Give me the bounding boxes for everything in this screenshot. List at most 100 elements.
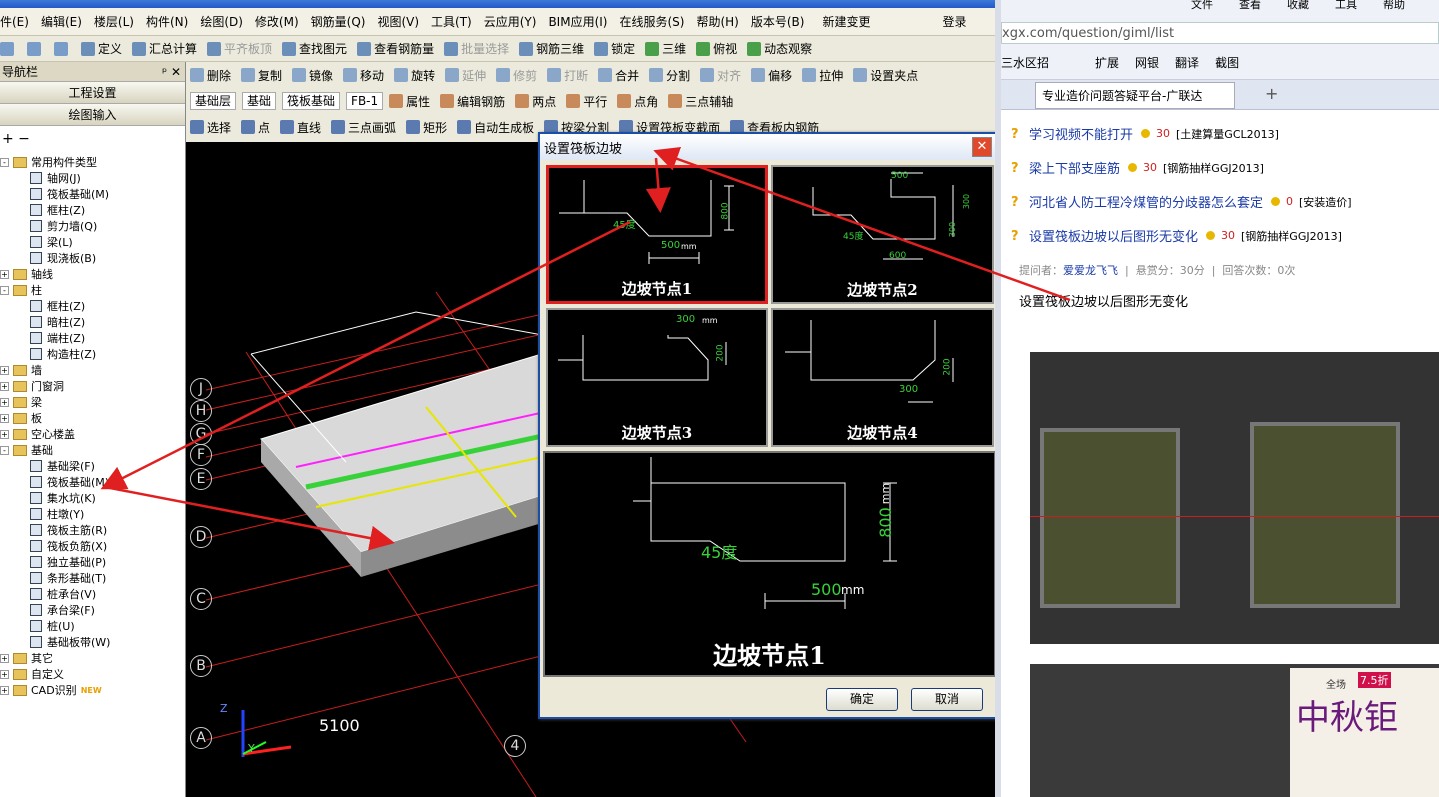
view-dyn-button[interactable]: 动态观察 <box>747 40 812 57</box>
tree-item[interactable]: 桩承台(V) <box>0 586 186 602</box>
tree-item[interactable]: 基础梁(F) <box>0 458 186 474</box>
tree-item[interactable]: 现浇板(B) <box>0 250 186 266</box>
draw-tool-button[interactable]: 自动生成板 <box>457 119 534 136</box>
question-category[interactable]: [钢筋抽样GGJ2013] <box>1163 160 1264 176</box>
tool-props[interactable]: 属性 <box>389 93 430 110</box>
browser-menu-item[interactable]: 帮助 <box>1383 0 1405 12</box>
toolbar-button[interactable]: 查找图元 <box>282 40 347 57</box>
tree-item[interactable]: 筏板基础(M) <box>0 186 186 202</box>
edit-tool-button[interactable]: 修剪 <box>496 67 537 84</box>
browser-menu-item[interactable]: 查看 <box>1239 0 1261 12</box>
tree-item[interactable]: 框柱(Z) <box>0 298 186 314</box>
select-name[interactable]: FB-1 <box>346 92 384 110</box>
draw-tool-button[interactable]: 矩形 <box>406 119 447 136</box>
draw-tool-button[interactable]: 点 <box>241 119 270 136</box>
draw-tool-button[interactable]: 选择 <box>190 119 231 136</box>
browser-menu-item[interactable]: 文件 <box>1191 0 1213 12</box>
menu-item[interactable]: 在线服务(S) <box>619 13 684 30</box>
question-category[interactable]: [土建算量GCL2013] <box>1176 126 1279 142</box>
menu-item[interactable]: 帮助(H) <box>696 13 738 30</box>
tool-three_aux[interactable]: 三点辅轴 <box>668 93 733 110</box>
login-link[interactable]: 登录 <box>942 13 966 30</box>
tree-folder[interactable]: + 梁 <box>0 394 186 410</box>
new-tab-icon[interactable]: + <box>1265 84 1278 103</box>
save-icon[interactable] <box>54 41 71 56</box>
draw-tool-button[interactable]: 直线 <box>280 119 321 136</box>
question-title[interactable]: 学习视频不能打开 <box>1029 124 1133 143</box>
tree-folder[interactable]: + 门窗洞 <box>0 378 186 394</box>
menu-item[interactable]: 绘图(D) <box>200 13 243 30</box>
tree-item[interactable]: 筏板基础(M) <box>0 474 186 490</box>
slope-node-3-option[interactable]: 300 mm 200 边坡节点3 <box>546 308 768 447</box>
tree-item[interactable]: 条形基础(T) <box>0 570 186 586</box>
slope-node-1-option[interactable]: 45度 500 mm 800 边坡节点1 <box>546 165 768 304</box>
draw-input-button[interactable]: 绘图输入 <box>0 104 185 126</box>
expand-icon[interactable]: + <box>0 669 9 679</box>
draw-tool-button[interactable]: 三点画弧 <box>331 119 396 136</box>
browser-menu-item[interactable]: 收藏 <box>1287 0 1309 12</box>
tab-active[interactable]: 专业造价问题答疑平台-广联达 <box>1035 82 1235 109</box>
question-category[interactable]: [钢筋抽样GGJ2013] <box>1241 228 1342 244</box>
browser-menu-item[interactable]: 工具 <box>1335 0 1357 12</box>
select-floor[interactable]: 基础层 <box>190 92 237 110</box>
toolbar-button[interactable]: 平齐板顶 <box>207 40 272 57</box>
tree-item[interactable]: 基础板带(W) <box>0 634 186 650</box>
edit-tool-button[interactable]: 设置夹点 <box>853 67 918 84</box>
expand-icon[interactable]: - <box>0 445 9 455</box>
expand-icon[interactable]: + <box>0 685 9 695</box>
menu-item[interactable]: 件(E) <box>0 13 29 30</box>
edit-tool-button[interactable]: 延伸 <box>445 67 486 84</box>
select-type[interactable]: 基础 <box>242 92 277 110</box>
menu-item[interactable]: 视图(V) <box>377 13 419 30</box>
edit-tool-button[interactable]: 镜像 <box>292 67 333 84</box>
tree-item[interactable]: 筏板主筋(R) <box>0 522 186 538</box>
view-view_top-button[interactable]: 俯视 <box>696 40 737 57</box>
tree-item[interactable]: 桩(U) <box>0 618 186 634</box>
expand-icon[interactable]: + <box>0 653 9 663</box>
tree-item[interactable]: 轴网(J) <box>0 170 186 186</box>
menu-item[interactable]: 钢筋量(Q) <box>311 13 366 30</box>
menu-item[interactable]: 版本号(B) <box>751 13 805 30</box>
expand-icon[interactable]: - <box>0 285 9 295</box>
fav-bank[interactable]: 网银 <box>1135 54 1159 71</box>
tree-item[interactable]: 暗柱(Z) <box>0 314 186 330</box>
expand-icon[interactable]: + <box>0 269 9 279</box>
edit-tool-button[interactable]: 移动 <box>343 67 384 84</box>
tree-item[interactable]: 独立基础(P) <box>0 554 186 570</box>
tree-item[interactable]: 柱墩(Y) <box>0 506 186 522</box>
fav-ext[interactable]: 扩展 <box>1095 54 1119 71</box>
menu-item[interactable]: 编辑(E) <box>41 13 82 30</box>
menu-item[interactable]: BIM应用(I) <box>548 13 607 30</box>
ok-button[interactable]: 确定 <box>826 688 898 711</box>
tree-folder[interactable]: -柱 <box>0 282 186 298</box>
edit-tool-button[interactable]: 旋转 <box>394 67 435 84</box>
tree-item[interactable]: 构造柱(Z) <box>0 346 186 362</box>
tree-item[interactable]: 筏板负筋(X) <box>0 538 186 554</box>
toolbar-button[interactable]: 钢筋三维 <box>519 40 584 57</box>
menu-item[interactable]: 楼层(L) <box>94 13 134 30</box>
tree-folder[interactable]: - 常用构件类型 <box>0 154 186 170</box>
edit-tool-button[interactable]: 复制 <box>241 67 282 84</box>
tree-item[interactable]: 框柱(Z) <box>0 202 186 218</box>
tree-folder[interactable]: + CAD识别 NEW <box>0 682 186 698</box>
open-icon[interactable] <box>27 41 44 56</box>
tool-two_points[interactable]: 两点 <box>515 93 556 110</box>
toolbar-button[interactable]: 汇总计算 <box>132 40 197 57</box>
fav-item[interactable]: 三水区招 <box>1001 54 1049 71</box>
menu-item[interactable]: 云应用(Y) <box>484 13 537 30</box>
tool-corner[interactable]: 点角 <box>617 93 658 110</box>
close-icon[interactable]: ✕ <box>972 137 992 157</box>
question-title[interactable]: 梁上下部支座筋 <box>1029 158 1120 177</box>
tree-item[interactable]: 承台梁(F) <box>0 602 186 618</box>
edit-tool-button[interactable]: 合并 <box>598 67 639 84</box>
question-title[interactable]: 河北省人防工程冷煤管的分歧器怎么套定 <box>1029 192 1263 211</box>
edit-tool-button[interactable]: 删除 <box>190 67 231 84</box>
menu-item[interactable]: 构件(N) <box>146 13 188 30</box>
question-category[interactable]: [安装造价] <box>1299 194 1352 210</box>
nav-panel-controls[interactable]: ᵖ ✕ <box>162 65 181 79</box>
ad-banner[interactable]: 全场 7.5折 中秋钜 <box>1290 668 1439 797</box>
tool-parallel[interactable]: 平行 <box>566 93 607 110</box>
edit-tool-button[interactable]: 打断 <box>547 67 588 84</box>
edit-tool-button[interactable]: 偏移 <box>751 67 792 84</box>
expand-icon[interactable]: + <box>0 381 9 391</box>
